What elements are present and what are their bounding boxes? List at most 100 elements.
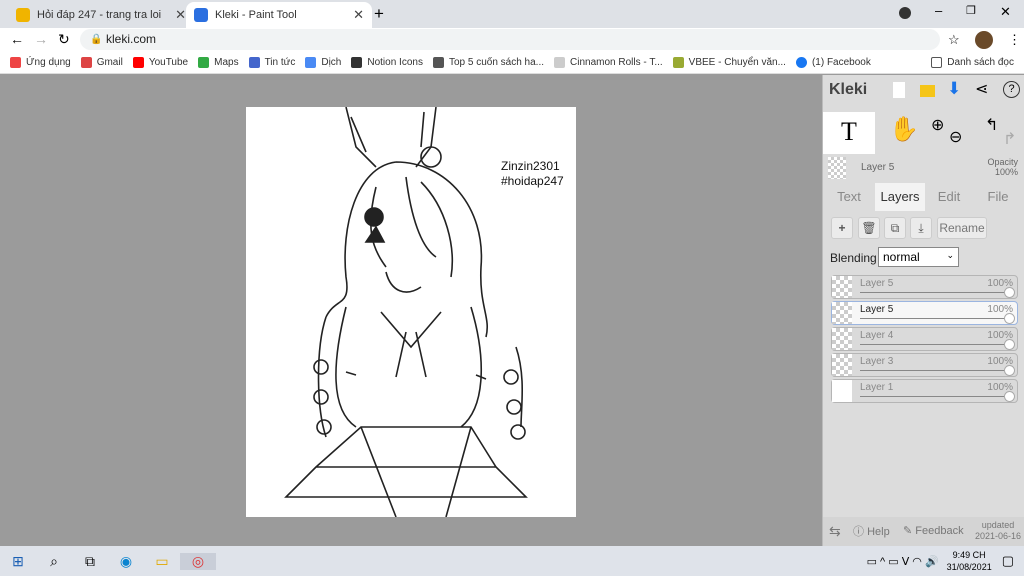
undo-icon[interactable]: ↰ [985,115,998,135]
kleki-logo: Kleki [829,81,868,98]
layer-row[interactable]: Layer 4 100% [831,327,1018,351]
opacity-readout: Opacity 100% [987,157,1018,177]
layer-name: Layer 5 [860,278,894,289]
help-circle-icon: ⓘ [853,526,864,538]
opacity-slider-handle[interactable] [1004,313,1015,324]
tab-kleki[interactable]: Kleki - Paint Tool ✕ [186,2,372,28]
updated-label: updated [981,520,1015,530]
help-link[interactable]: ⓘ Help [853,523,890,539]
feedback-link[interactable]: ✎ Feedback [903,524,964,537]
help-label: Help [867,526,890,538]
minimize-icon[interactable]: – [935,3,942,18]
download-icon[interactable]: ⬇ [947,79,961,99]
avatar[interactable] [975,31,993,49]
opacity-slider-handle[interactable] [1004,339,1015,350]
layer-thumb [832,276,852,298]
bookmark-maps[interactable]: Maps [198,57,239,68]
profile-menu-icon[interactable] [899,7,911,19]
star-icon[interactable]: ☆ [948,32,960,48]
swap-side-icon[interactable]: ⇆ [829,523,841,540]
merge-down-icon[interactable]: ⤓ [910,217,932,239]
tab-hoidap[interactable]: Hỏi đáp 247 - trang tra loi ✕ [8,2,194,28]
delete-layer-icon[interactable]: 🗑 [858,217,880,239]
tab-text[interactable]: Text [827,183,871,211]
bookmark-apps[interactable]: Ứng dụng [10,57,71,68]
share-icon[interactable]: ⋖ [975,79,988,99]
text-tool-button[interactable]: T [823,112,875,154]
bookmark-label: Tin tức [264,57,296,68]
reading-list[interactable]: Danh sách đọc [931,57,1014,68]
search-icon[interactable]: ⌕ [36,553,72,570]
layer-row[interactable]: Layer 1 100% [831,379,1018,403]
add-layer-button[interactable]: + [831,217,853,239]
duplicate-layer-icon[interactable]: ⧉ [884,217,906,239]
edge-icon[interactable]: ◉ [108,553,144,570]
bookmark-cinnamon[interactable]: Cinnamon Rolls - T... [554,57,663,68]
opacity-slider[interactable] [860,292,1005,293]
url-text: kleki.com [106,32,157,46]
forward-icon[interactable]: → [34,31,48,47]
bookmark-notion[interactable]: Notion Icons [351,57,423,68]
bookmark-top5[interactable]: Top 5 cuốn sách ha... [432,57,545,68]
reload-icon[interactable]: ↻ [58,31,70,48]
layer-thumb [832,328,852,350]
hand-tool-icon[interactable]: ✋ [889,115,919,144]
windows-start-icon[interactable]: ⊞ [0,553,36,570]
new-image-icon[interactable] [893,82,905,98]
opacity-slider-handle[interactable] [1004,391,1015,402]
bookmark-label: Ứng dụng [26,57,71,68]
open-folder-icon[interactable] [920,85,935,97]
url-input[interactable]: 🔒 kleki.com [80,29,940,50]
bookmark-label: Top 5 cuốn sách ha... [448,57,545,68]
notifications-icon[interactable]: ▢ [1002,553,1014,569]
zoom-out-icon[interactable]: ⊖ [949,127,962,147]
tray-icons[interactable]: ▭ ^ ▭ Ⅴ ◠ 🔊 [867,555,939,568]
chevron-down-icon: ⌄ [946,250,954,260]
opacity-value: 100% [994,167,1018,177]
opacity-slider-handle[interactable] [1004,287,1015,298]
file-explorer-icon[interactable]: ▭ [144,553,180,570]
rename-button[interactable]: Rename [937,217,987,239]
new-tab-button[interactable]: + [374,4,384,24]
chrome-icon[interactable]: ◎ [180,552,216,570]
redo-icon[interactable]: ↱ [1003,129,1016,149]
layer-row[interactable]: Layer 5 100% [831,275,1018,299]
reading-list-label: Danh sách đọc [947,57,1014,68]
tab-layers[interactable]: Layers [875,183,925,211]
restore-icon[interactable]: ❐ [966,4,976,17]
zoom-in-icon[interactable]: ⊕ [931,115,944,135]
bookmark-vbee[interactable]: VBEE - Chuyển văn... [672,57,786,68]
close-tab-icon[interactable]: ✕ [175,7,186,23]
back-icon[interactable]: ← [10,31,24,47]
layer-row-selected[interactable]: Layer 5 100% [831,301,1018,325]
task-view-icon[interactable]: ⧉ [72,553,108,570]
opacity-slider[interactable] [860,344,1005,345]
panel-footer: ⇆ ⓘ Help ✎ Feedback updated 2021-06-16 [823,517,1024,546]
layer-name: Layer 5 [860,304,894,315]
clock[interactable]: 9:49 CH 31/08/2021 [947,549,992,573]
signature-name: Zinzin2301 [501,159,560,173]
lock-icon: 🔒 [90,34,103,45]
bookmark-gmail[interactable]: Gmail [80,57,123,68]
opacity-slider-handle[interactable] [1004,365,1015,376]
close-window-icon[interactable]: ✕ [1000,4,1011,20]
tab-edit[interactable]: Edit [927,183,971,211]
blending-select[interactable]: normal ⌄ [878,247,959,267]
menu-icon[interactable]: ⋮ [1008,32,1021,48]
opacity-label: Opacity [987,157,1018,167]
bookmark-youtube[interactable]: YouTube [132,57,188,68]
opacity-slider[interactable] [860,318,1005,319]
tab-file[interactable]: File [975,183,1021,211]
hoidap-favicon-icon [16,8,30,22]
layer-row[interactable]: Layer 3 100% [831,353,1018,377]
close-tab-icon[interactable]: ✕ [353,7,364,23]
bookmark-news[interactable]: Tin tức [248,57,296,68]
help-icon[interactable]: ? [1003,81,1020,98]
bookmark-translate[interactable]: Dịch [305,57,341,68]
opacity-slider[interactable] [860,396,1005,397]
opacity-slider[interactable] [860,370,1005,371]
drawing-canvas[interactable]: Zinzin2301 #hoidap247 [246,107,576,517]
kleki-side-panel: Kleki ⬇ ⋖ ? T ✋ ⊕ ⊖ ↰ ↱ Layer 5 Opacity 1… [822,75,1024,546]
blending-value: normal [883,250,920,264]
bookmark-facebook[interactable]: (1) Facebook [795,57,871,68]
